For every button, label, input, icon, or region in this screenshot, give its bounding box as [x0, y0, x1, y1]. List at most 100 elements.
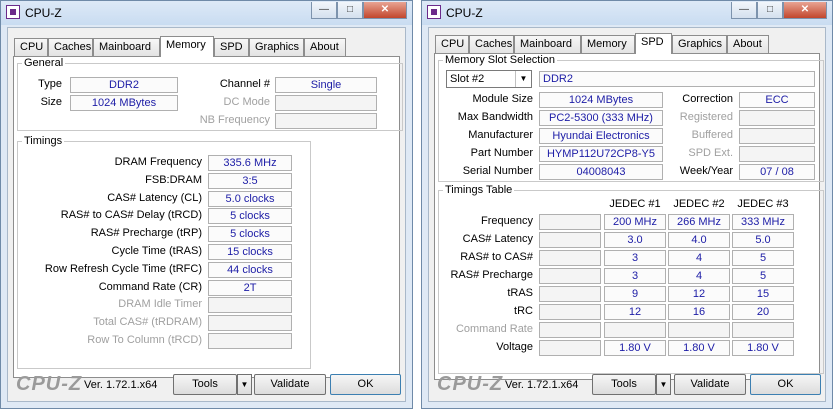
dc-mode-label: DC Mode — [223, 96, 270, 108]
jedec-cell: 12 — [668, 286, 730, 302]
timing-row-label: RAS# Precharge — [450, 269, 533, 281]
slot-field-label: Registered — [679, 111, 733, 123]
client-area: CPU Caches Mainboard Memory SPD Graphics… — [7, 27, 406, 402]
slot-field-value: Hyundai Electronics — [539, 128, 663, 144]
jedec-header: JEDEC #1 — [609, 198, 661, 210]
tab-mainboard[interactable]: Mainboard — [93, 38, 160, 56]
timing-row-label: tRC — [514, 305, 533, 317]
timing-row-spacer — [539, 214, 601, 230]
jedec-cell: 20 — [732, 304, 794, 320]
timing-row-label: Voltage — [496, 341, 533, 353]
timing-label: RAS# Precharge (tRP) — [90, 227, 202, 240]
timing-value: 335.6 MHz — [208, 155, 292, 171]
timings-group: Timings DRAM Frequency 335.6 MHz FSB:DRAM 3… — [17, 135, 311, 369]
timing-label: DRAM Frequency — [114, 156, 202, 168]
type-label: Type — [38, 78, 62, 90]
tab-cpu[interactable]: CPU — [435, 35, 469, 53]
ok-button[interactable]: OK — [330, 374, 401, 395]
timing-value: 3:5 — [208, 172, 292, 189]
tools-button[interactable]: Tools — [173, 374, 237, 395]
jedec-cell: 16 — [668, 304, 730, 320]
timing-row-label: CAS# Latency — [462, 233, 533, 245]
jedec-cell: 5 — [732, 268, 794, 284]
size-label: Size — [40, 96, 62, 108]
tab-graphics[interactable]: Graphics — [249, 38, 304, 56]
timing-value: 2T — [208, 279, 292, 296]
jedec-cell: 333 MHz — [732, 214, 794, 230]
timing-row-spacer — [539, 340, 601, 356]
title-bar[interactable]: CPU-Z — □ ✕ — [1, 1, 412, 25]
cpuz-brand-logo: CPU-Z — [437, 373, 504, 395]
jedec-cell: 1.80 V — [732, 340, 794, 356]
tab-spd[interactable]: SPD — [635, 33, 672, 54]
slot-select[interactable]: Slot #2 ▼ — [446, 70, 532, 88]
validate-button[interactable]: Validate — [254, 374, 326, 395]
slot-field-value: 07 / 08 — [739, 164, 815, 180]
tab-panel: General Type DDR2 Size 1024 MBytes Chann… — [13, 56, 403, 378]
dc-mode-value — [275, 95, 377, 111]
timing-label: FSB:DRAM — [145, 173, 202, 186]
jedec-cell: 12 — [604, 304, 666, 320]
close-button[interactable]: ✕ — [783, 2, 827, 19]
ok-button[interactable]: OK — [750, 374, 821, 395]
slot-field-label: Part Number — [470, 147, 533, 159]
jedec-cell: 5 — [732, 250, 794, 266]
timing-value — [208, 333, 292, 349]
validate-button[interactable]: Validate — [674, 374, 746, 395]
general-legend: General — [24, 57, 64, 69]
timings-legend: Timings — [24, 135, 63, 147]
timing-label: DRAM Idle Timer — [118, 298, 202, 311]
slot-field-value: ECC — [739, 92, 815, 108]
slot-field-value: 04008043 — [539, 164, 663, 180]
timing-value: 44 clocks — [208, 261, 292, 278]
slot-field-value: 1024 MBytes — [539, 92, 663, 108]
jedec-cell — [604, 322, 666, 338]
tab-mainboard[interactable]: Mainboard — [514, 35, 581, 53]
tools-dropdown-arrow-icon[interactable]: ▼ — [237, 374, 252, 395]
tab-about[interactable]: About — [727, 35, 769, 53]
slot-field-value — [739, 146, 815, 162]
jedec-cell — [668, 322, 730, 338]
jedec-header: JEDEC #3 — [737, 198, 789, 210]
tab-panel: Memory Slot Selection Slot #2 ▼ DDR2 Mod… — [434, 53, 824, 380]
nb-frequency-value — [275, 113, 377, 129]
jedec-cell — [732, 322, 794, 338]
slot-field-label: Correction — [682, 93, 733, 105]
maximize-button[interactable]: □ — [757, 2, 783, 19]
jedec-header: JEDEC #2 — [673, 198, 725, 210]
jedec-cell: 4 — [668, 250, 730, 266]
cpuz-brand-logo: CPU-Z — [16, 373, 83, 395]
slot-field-label: Week/Year — [679, 165, 733, 177]
timing-value — [208, 297, 292, 314]
tab-memory[interactable]: Memory — [581, 35, 635, 53]
jedec-cell: 9 — [604, 286, 666, 302]
tab-graphics[interactable]: Graphics — [672, 35, 727, 53]
jedec-cell: 200 MHz — [604, 214, 666, 230]
general-group: General Type DDR2 Size 1024 MBytes Chann… — [17, 57, 403, 131]
type-value: DDR2 — [70, 77, 178, 93]
jedec-cell: 1.80 V — [604, 340, 666, 356]
tab-caches[interactable]: Caches — [48, 38, 93, 56]
cpuz-window-memory: CPU-Z — □ ✕ CPU Caches Mainboard Memory … — [0, 0, 413, 409]
timing-value: 5 clocks — [208, 208, 292, 225]
maximize-button[interactable]: □ — [337, 2, 363, 19]
slot-field-value: HYMP112U72CP8-Y5 — [539, 146, 663, 162]
title-bar[interactable]: CPU-Z — □ ✕ — [422, 1, 832, 25]
chevron-down-icon[interactable]: ▼ — [515, 71, 531, 87]
tools-button[interactable]: Tools — [592, 374, 656, 395]
timing-label: Row To Column (tRCD) — [87, 334, 202, 346]
tab-cpu[interactable]: CPU — [14, 38, 48, 56]
tab-about[interactable]: About — [304, 38, 346, 56]
slot-field-label: Serial Number — [462, 165, 533, 177]
timing-row-label: RAS# to CAS# — [460, 251, 533, 263]
tab-memory[interactable]: Memory — [160, 36, 214, 57]
minimize-button[interactable]: — — [731, 2, 757, 19]
tab-caches[interactable]: Caches — [469, 35, 514, 53]
jedec-cell: 5.0 — [732, 232, 794, 248]
tab-spd[interactable]: SPD — [214, 38, 249, 56]
timing-label: Command Rate (CR) — [98, 280, 202, 293]
tools-dropdown-arrow-icon[interactable]: ▼ — [656, 374, 671, 395]
minimize-button[interactable]: — — [311, 2, 337, 19]
jedec-cell: 3.0 — [604, 232, 666, 248]
close-button[interactable]: ✕ — [363, 2, 407, 19]
